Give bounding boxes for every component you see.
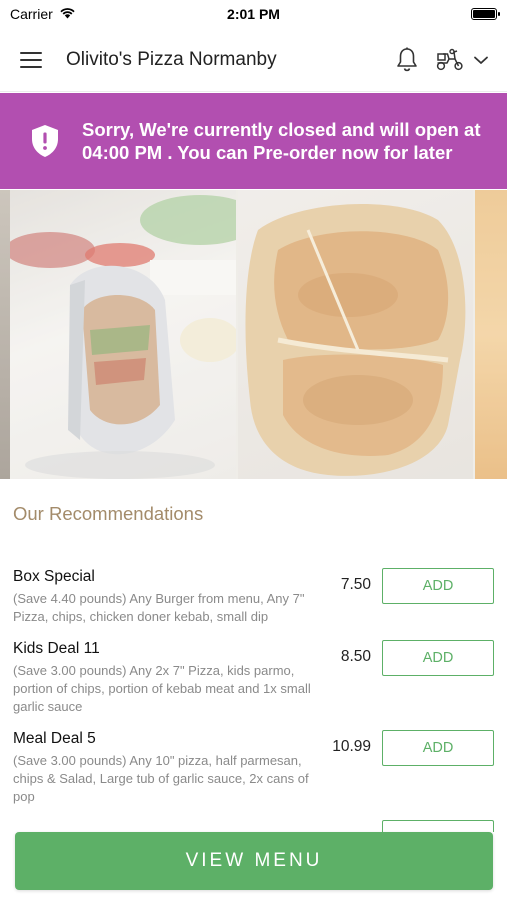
carousel-slide-previous xyxy=(0,190,10,479)
shield-alert-icon xyxy=(32,125,58,157)
add-button[interactable]: ADD xyxy=(382,568,494,604)
carousel-slide-next xyxy=(475,190,507,479)
add-button[interactable]: ADD xyxy=(382,730,494,766)
hamburger-menu-icon[interactable] xyxy=(20,46,48,74)
item-description: (Save 4.40 pounds) Any Burger from menu,… xyxy=(13,591,305,624)
item-price: 7.50 xyxy=(340,576,371,593)
chevron-down-icon[interactable] xyxy=(473,54,489,66)
item-price: 10.99 xyxy=(332,738,371,755)
bell-icon[interactable] xyxy=(395,47,419,73)
wrap-image xyxy=(10,195,236,479)
recommendations-heading: Our Recommendations xyxy=(13,503,204,524)
item-name: Box Special xyxy=(13,568,95,585)
battery-icon xyxy=(471,8,500,20)
carousel-slide-wrap[interactable] xyxy=(10,190,236,479)
item-description: (Save 3.00 pounds) Any 10" pizza, half p… xyxy=(13,753,309,804)
status-bar: Carrier 2:01 PM xyxy=(0,0,507,28)
calzone-image xyxy=(245,203,466,476)
status-left: Carrier xyxy=(10,6,76,22)
closed-message: Sorry, We're currently closed and will o… xyxy=(82,118,481,164)
status-time: 2:01 PM xyxy=(227,6,280,22)
carousel-slide-calzone[interactable] xyxy=(238,190,473,479)
wifi-icon xyxy=(59,6,76,22)
restaurant-title: Olivito's Pizza Normanby xyxy=(66,48,277,70)
food-image-carousel[interactable] xyxy=(0,190,507,479)
add-button-partial[interactable] xyxy=(382,820,494,832)
carrier-label: Carrier xyxy=(10,6,53,22)
view-menu-button[interactable]: VIEW MENU xyxy=(15,832,493,890)
app-header: Olivito's Pizza Normanby xyxy=(0,28,507,92)
item-name: Kids Deal 11 xyxy=(13,640,100,657)
delivery-scooter-icon[interactable] xyxy=(435,48,465,72)
item-name: Meal Deal 5 xyxy=(13,730,96,747)
item-price: 8.50 xyxy=(340,648,371,665)
closed-banner: Sorry, We're currently closed and will o… xyxy=(0,93,507,189)
add-button[interactable]: ADD xyxy=(382,640,494,676)
item-description: (Save 3.00 pounds) Any 2x 7" Pizza, kids… xyxy=(13,663,311,714)
